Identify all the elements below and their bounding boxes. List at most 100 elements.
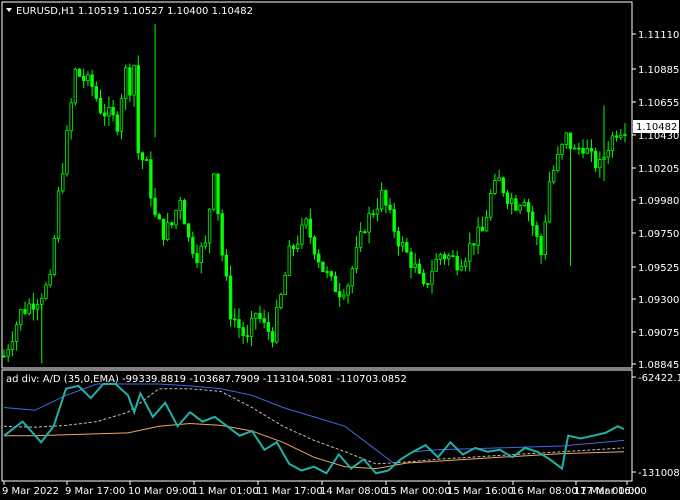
indicator-header: ad div: A/D (35,0,EMA) -99339.8819 -1036…	[6, 374, 407, 385]
candle-body	[556, 154, 560, 171]
candle-body	[535, 225, 539, 237]
candle-body	[547, 181, 552, 223]
candle-body	[388, 204, 392, 210]
time-tick-label: 9 Mar 17:00	[65, 486, 125, 497]
candle-body	[333, 275, 338, 293]
candle-body	[115, 114, 119, 132]
candle-body	[279, 294, 283, 308]
candle-body	[111, 107, 115, 116]
candle-body	[367, 213, 371, 233]
candle-body	[396, 230, 401, 247]
candle-body	[233, 318, 237, 321]
current-price-label: 1.10482	[636, 122, 677, 133]
time-tick-label: 16 Mar 08:00	[511, 486, 578, 497]
candle-body	[300, 224, 304, 245]
candle-body	[510, 198, 514, 204]
candle-body	[363, 231, 367, 234]
price-tick-label: 1.09075	[638, 328, 679, 339]
candle-body	[266, 322, 271, 332]
candle-body	[598, 159, 602, 169]
candle-body	[350, 268, 354, 287]
candle-body	[484, 216, 489, 232]
price-tick-label: 1.11110	[638, 30, 679, 41]
candle-body	[40, 297, 44, 305]
candle-body	[342, 294, 346, 298]
time-tick-label: 11 Mar 01:00	[192, 486, 259, 497]
candle-body	[195, 253, 199, 263]
candle-body	[140, 152, 145, 161]
candle-body	[572, 147, 577, 150]
candle-body	[157, 214, 161, 220]
candle-body	[27, 303, 31, 314]
candle-body	[417, 263, 422, 274]
candle-body	[606, 150, 610, 158]
candle-body	[203, 242, 208, 247]
candle-body	[497, 177, 501, 181]
candle-body	[400, 242, 405, 247]
candle-body	[82, 75, 86, 82]
candle-body	[585, 148, 589, 154]
candle-body	[455, 255, 459, 271]
candle-body	[413, 263, 417, 268]
candle-body	[128, 67, 132, 96]
candle-body	[337, 291, 342, 298]
candle-body	[48, 274, 52, 286]
time-tick-label: 15 Mar 16:00	[447, 486, 514, 497]
candle-body	[409, 251, 413, 268]
ohlc-values: 1.10519 1.10527 1.10400 1.10482	[78, 6, 253, 17]
candle-body	[77, 68, 82, 77]
candle-body	[384, 190, 388, 206]
candle-body	[119, 98, 124, 132]
time-tick-label: 15 Mar 00:00	[384, 486, 451, 497]
candle-body	[312, 236, 317, 255]
time-tick-label: 14 Mar 08:00	[320, 486, 387, 497]
candle-body	[86, 74, 90, 82]
candle-body	[123, 67, 128, 100]
time-tick-label: 9 Mar 2022	[2, 486, 59, 497]
candle-body	[44, 284, 48, 299]
candle-body	[375, 208, 380, 215]
candle-body	[589, 148, 594, 152]
price-tick-label: 1.09750	[638, 229, 679, 240]
price-tick-label: 1.08845	[638, 360, 679, 371]
candle-body	[287, 245, 292, 276]
indicator-axis-bottom: -131008.9	[638, 468, 680, 479]
candle-body	[237, 319, 241, 328]
price-tick-label: 1.10655	[638, 98, 679, 109]
candle-body	[35, 303, 40, 310]
candle-body	[614, 135, 619, 138]
candle-body	[505, 192, 510, 204]
candle-body	[476, 226, 480, 246]
candle-body	[354, 246, 359, 270]
candle-body	[325, 271, 329, 273]
candle-body	[426, 283, 430, 286]
candle-body	[577, 147, 581, 150]
candle-body	[530, 211, 535, 226]
candle-body	[291, 245, 296, 250]
candle-body	[472, 243, 476, 246]
candle-body	[551, 169, 556, 183]
candle-body	[245, 335, 250, 338]
candle-body	[220, 213, 224, 256]
candle-body	[69, 102, 73, 132]
candle-body	[161, 218, 166, 240]
candle-body	[493, 180, 497, 194]
candle-body	[52, 238, 57, 276]
candle-body	[568, 132, 573, 149]
candle-body	[136, 65, 140, 154]
candle-body	[539, 236, 543, 256]
candle-body	[321, 261, 325, 272]
candle-body	[304, 218, 308, 226]
symbol-label: EURUSD,H1	[16, 6, 75, 17]
candle-body	[468, 243, 472, 262]
candle-body	[199, 245, 203, 263]
candle-body	[371, 213, 375, 216]
candle-body	[254, 312, 258, 319]
price-tick-label: 1.09525	[638, 263, 679, 274]
candle-body	[144, 159, 149, 162]
price-tick-label: 1.10205	[638, 164, 679, 175]
candle-body	[489, 193, 493, 218]
candle-body	[2, 355, 6, 358]
candle-body	[149, 159, 153, 199]
candle-body	[316, 253, 321, 263]
